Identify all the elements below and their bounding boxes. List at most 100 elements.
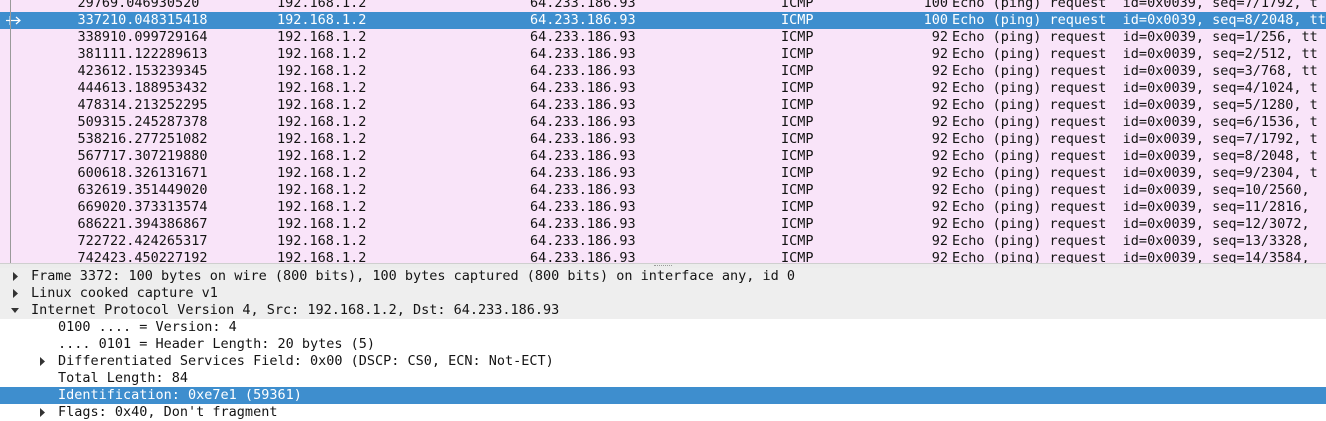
packet-no-cell: 7424 <box>77 250 110 263</box>
tree-item[interactable]: Differentiated Services Field: 0x00 (DSC… <box>0 353 1326 370</box>
packet-info-cell: Echo (ping) request id=0x0039, seq=14/35… <box>952 250 1310 263</box>
packet-no-cell: 3811 <box>77 46 110 62</box>
packet-source-cell: 192.168.1.2 <box>277 182 367 198</box>
tree-item-label: .... 0101 = Header Length: 20 bytes (5) <box>58 336 375 352</box>
collapsed-triangle-icon[interactable] <box>9 285 21 302</box>
packet-no-cell: 3389 <box>77 29 110 45</box>
packet-row[interactable]: 5677 17.307219880 192.168.1.2 64.233.186.93… <box>0 148 1326 165</box>
packet-source-cell: 192.168.1.2 <box>277 148 367 164</box>
packet-time-cell: 19.351449020 <box>110 182 208 198</box>
packet-row[interactable]: 3389 10.099729164 192.168.1.2 64.233.186.93… <box>0 29 1326 46</box>
packet-length-cell: 92 <box>931 46 948 62</box>
packet-protocol-cell: ICMP <box>781 165 814 181</box>
packet-row[interactable]: 5382 16.277251082 192.168.1.2 64.233.186.93… <box>0 131 1326 148</box>
packet-no-cell: 6326 <box>77 182 110 198</box>
packet-destination-cell: 64.233.186.93 <box>530 250 636 263</box>
tree-item[interactable]: Internet Protocol Version 4, Src: 192.16… <box>0 302 1326 319</box>
packet-protocol-cell: ICMP <box>781 182 814 198</box>
packet-info-cell: Echo (ping) request id=0x0039, seq=11/28… <box>952 199 1310 215</box>
packet-time-cell: 14.213252295 <box>110 97 208 113</box>
tree-item[interactable]: 0100 .... = Version: 4 <box>0 319 1326 336</box>
packet-no-cell: 6690 <box>77 199 110 215</box>
packet-row[interactable]: 5093 15.245287378 192.168.1.2 64.233.186.93… <box>0 114 1326 131</box>
packet-protocol-cell: ICMP <box>781 250 814 263</box>
packet-source-cell: 192.168.1.2 <box>277 80 367 96</box>
tree-item-selected[interactable]: Identification: 0xe7e1 (59361) <box>0 387 1326 404</box>
packet-length-cell: 92 <box>931 148 948 164</box>
packet-source-cell: 192.168.1.2 <box>277 216 367 232</box>
tree-item[interactable]: Linux cooked capture v1 <box>0 285 1326 302</box>
packet-time-cell: 10.048315418 <box>110 12 208 28</box>
packet-length-cell: 92 <box>931 97 948 113</box>
packet-no-cell: 6862 <box>77 216 110 232</box>
packet-length-cell: 100 <box>923 12 948 28</box>
packet-source-cell: 192.168.1.2 <box>277 0 367 11</box>
packet-destination-cell: 64.233.186.93 <box>530 165 636 181</box>
packet-time-cell: 15.245287378 <box>110 114 208 130</box>
packet-source-cell: 192.168.1.2 <box>277 199 367 215</box>
packet-row[interactable]: 4446 13.188953432 192.168.1.2 64.233.186.93… <box>0 80 1326 97</box>
packet-protocol-cell: ICMP <box>781 97 814 113</box>
packet-row[interactable]: 7424 23.450227192 192.168.1.2 64.233.186.93… <box>0 250 1326 263</box>
tree-item[interactable]: Total Length: 84 <box>0 370 1326 387</box>
tree-item[interactable]: Frame 3372: 100 bytes on wire (800 bits)… <box>0 268 1326 285</box>
tree-item[interactable]: .... 0101 = Header Length: 20 bytes (5) <box>0 336 1326 353</box>
tree-item-label: Linux cooked capture v1 <box>31 285 218 301</box>
collapsed-triangle-icon[interactable] <box>9 268 21 285</box>
packet-no-cell: 3372 <box>77 12 110 28</box>
packet-protocol-cell: ICMP <box>781 46 814 62</box>
collapsed-triangle-icon[interactable] <box>36 353 48 370</box>
packet-source-cell: 192.168.1.2 <box>277 63 367 79</box>
packet-row-selected[interactable]: 3372 10.048315418 192.168.1.2 64.233.186.93… <box>0 12 1326 29</box>
expanded-triangle-icon[interactable] <box>9 302 21 319</box>
tree-item-label: Internet Protocol Version 4, Src: 192.16… <box>31 302 560 318</box>
packet-row[interactable]: 2976 9.046930520 192.168.1.2 64.233.186.93 I… <box>0 0 1326 12</box>
packet-list[interactable]: 2976 9.046930520 192.168.1.2 64.233.186.93 I… <box>0 0 1326 263</box>
packet-row[interactable]: 6326 19.351449020 192.168.1.2 64.233.186.93… <box>0 182 1326 199</box>
packet-length-cell: 92 <box>931 63 948 79</box>
tree-item-label: Total Length: 84 <box>58 370 189 386</box>
packet-source-cell: 192.168.1.2 <box>277 131 367 147</box>
packet-row[interactable]: 4783 14.213252295 192.168.1.2 64.233.186.93… <box>0 97 1326 114</box>
tree-item[interactable]: Flags: 0x40, Don't fragment <box>0 404 1326 421</box>
related-packets-line <box>10 0 11 263</box>
packet-row[interactable]: 7227 22.424265317 192.168.1.2 64.233.186.93… <box>0 233 1326 250</box>
packet-row[interactable]: 6862 21.394386867 192.168.1.2 64.233.186.93… <box>0 216 1326 233</box>
packet-source-cell: 192.168.1.2 <box>277 12 367 28</box>
packet-destination-cell: 64.233.186.93 <box>530 80 636 96</box>
packet-no-cell: 5382 <box>77 131 110 147</box>
packet-info-cell: Echo (ping) request id=0x0039, seq=13/33… <box>952 233 1310 249</box>
packet-info-cell: Echo (ping) request id=0x0039, seq=8/204… <box>952 12 1326 28</box>
packet-time-cell: 20.373313574 <box>110 199 208 215</box>
packet-row[interactable]: 6690 20.373313574 192.168.1.2 64.233.186.93… <box>0 199 1326 216</box>
packet-source-cell: 192.168.1.2 <box>277 250 367 263</box>
tree-item-label: 0100 .... = Version: 4 <box>58 319 237 335</box>
packet-no-cell: 4446 <box>77 80 110 96</box>
collapsed-triangle-icon[interactable] <box>36 404 48 421</box>
packet-time-cell: 13.188953432 <box>110 80 208 96</box>
packet-protocol-cell: ICMP <box>781 148 814 164</box>
packet-protocol-cell: ICMP <box>781 131 814 147</box>
packet-length-cell: 92 <box>931 233 948 249</box>
packet-destination-cell: 64.233.186.93 <box>530 182 636 198</box>
packet-source-cell: 192.168.1.2 <box>277 165 367 181</box>
packet-protocol-cell: ICMP <box>781 114 814 130</box>
packet-info-cell: Echo (ping) request id=0x0039, seq=12/30… <box>952 216 1310 232</box>
packet-row[interactable]: 6006 18.326131671 192.168.1.2 64.233.186.93… <box>0 165 1326 182</box>
related-packet-arrow-icon <box>6 16 21 25</box>
packet-time-cell: 21.394386867 <box>110 216 208 232</box>
packet-length-cell: 92 <box>931 199 948 215</box>
packet-length-cell: 100 <box>923 0 948 11</box>
tree-item-label: Flags: 0x40, Don't fragment <box>58 404 278 420</box>
packet-no-cell: 5093 <box>77 114 110 130</box>
packet-row[interactable]: 4236 12.153239345 192.168.1.2 64.233.186.93… <box>0 63 1326 80</box>
packet-destination-cell: 64.233.186.93 <box>530 12 636 28</box>
packet-details-tree[interactable]: Frame 3372: 100 bytes on wire (800 bits)… <box>0 268 1326 421</box>
packet-info-cell: Echo (ping) request id=0x0039, seq=6/153… <box>952 114 1318 130</box>
packet-destination-cell: 64.233.186.93 <box>530 148 636 164</box>
packet-time-cell: 22.424265317 <box>110 233 208 249</box>
packet-protocol-cell: ICMP <box>781 0 814 11</box>
packet-length-cell: 92 <box>931 29 948 45</box>
packet-time-cell: 12.153239345 <box>110 63 208 79</box>
packet-row[interactable]: 3811 11.122289613 192.168.1.2 64.233.186.93… <box>0 46 1326 63</box>
